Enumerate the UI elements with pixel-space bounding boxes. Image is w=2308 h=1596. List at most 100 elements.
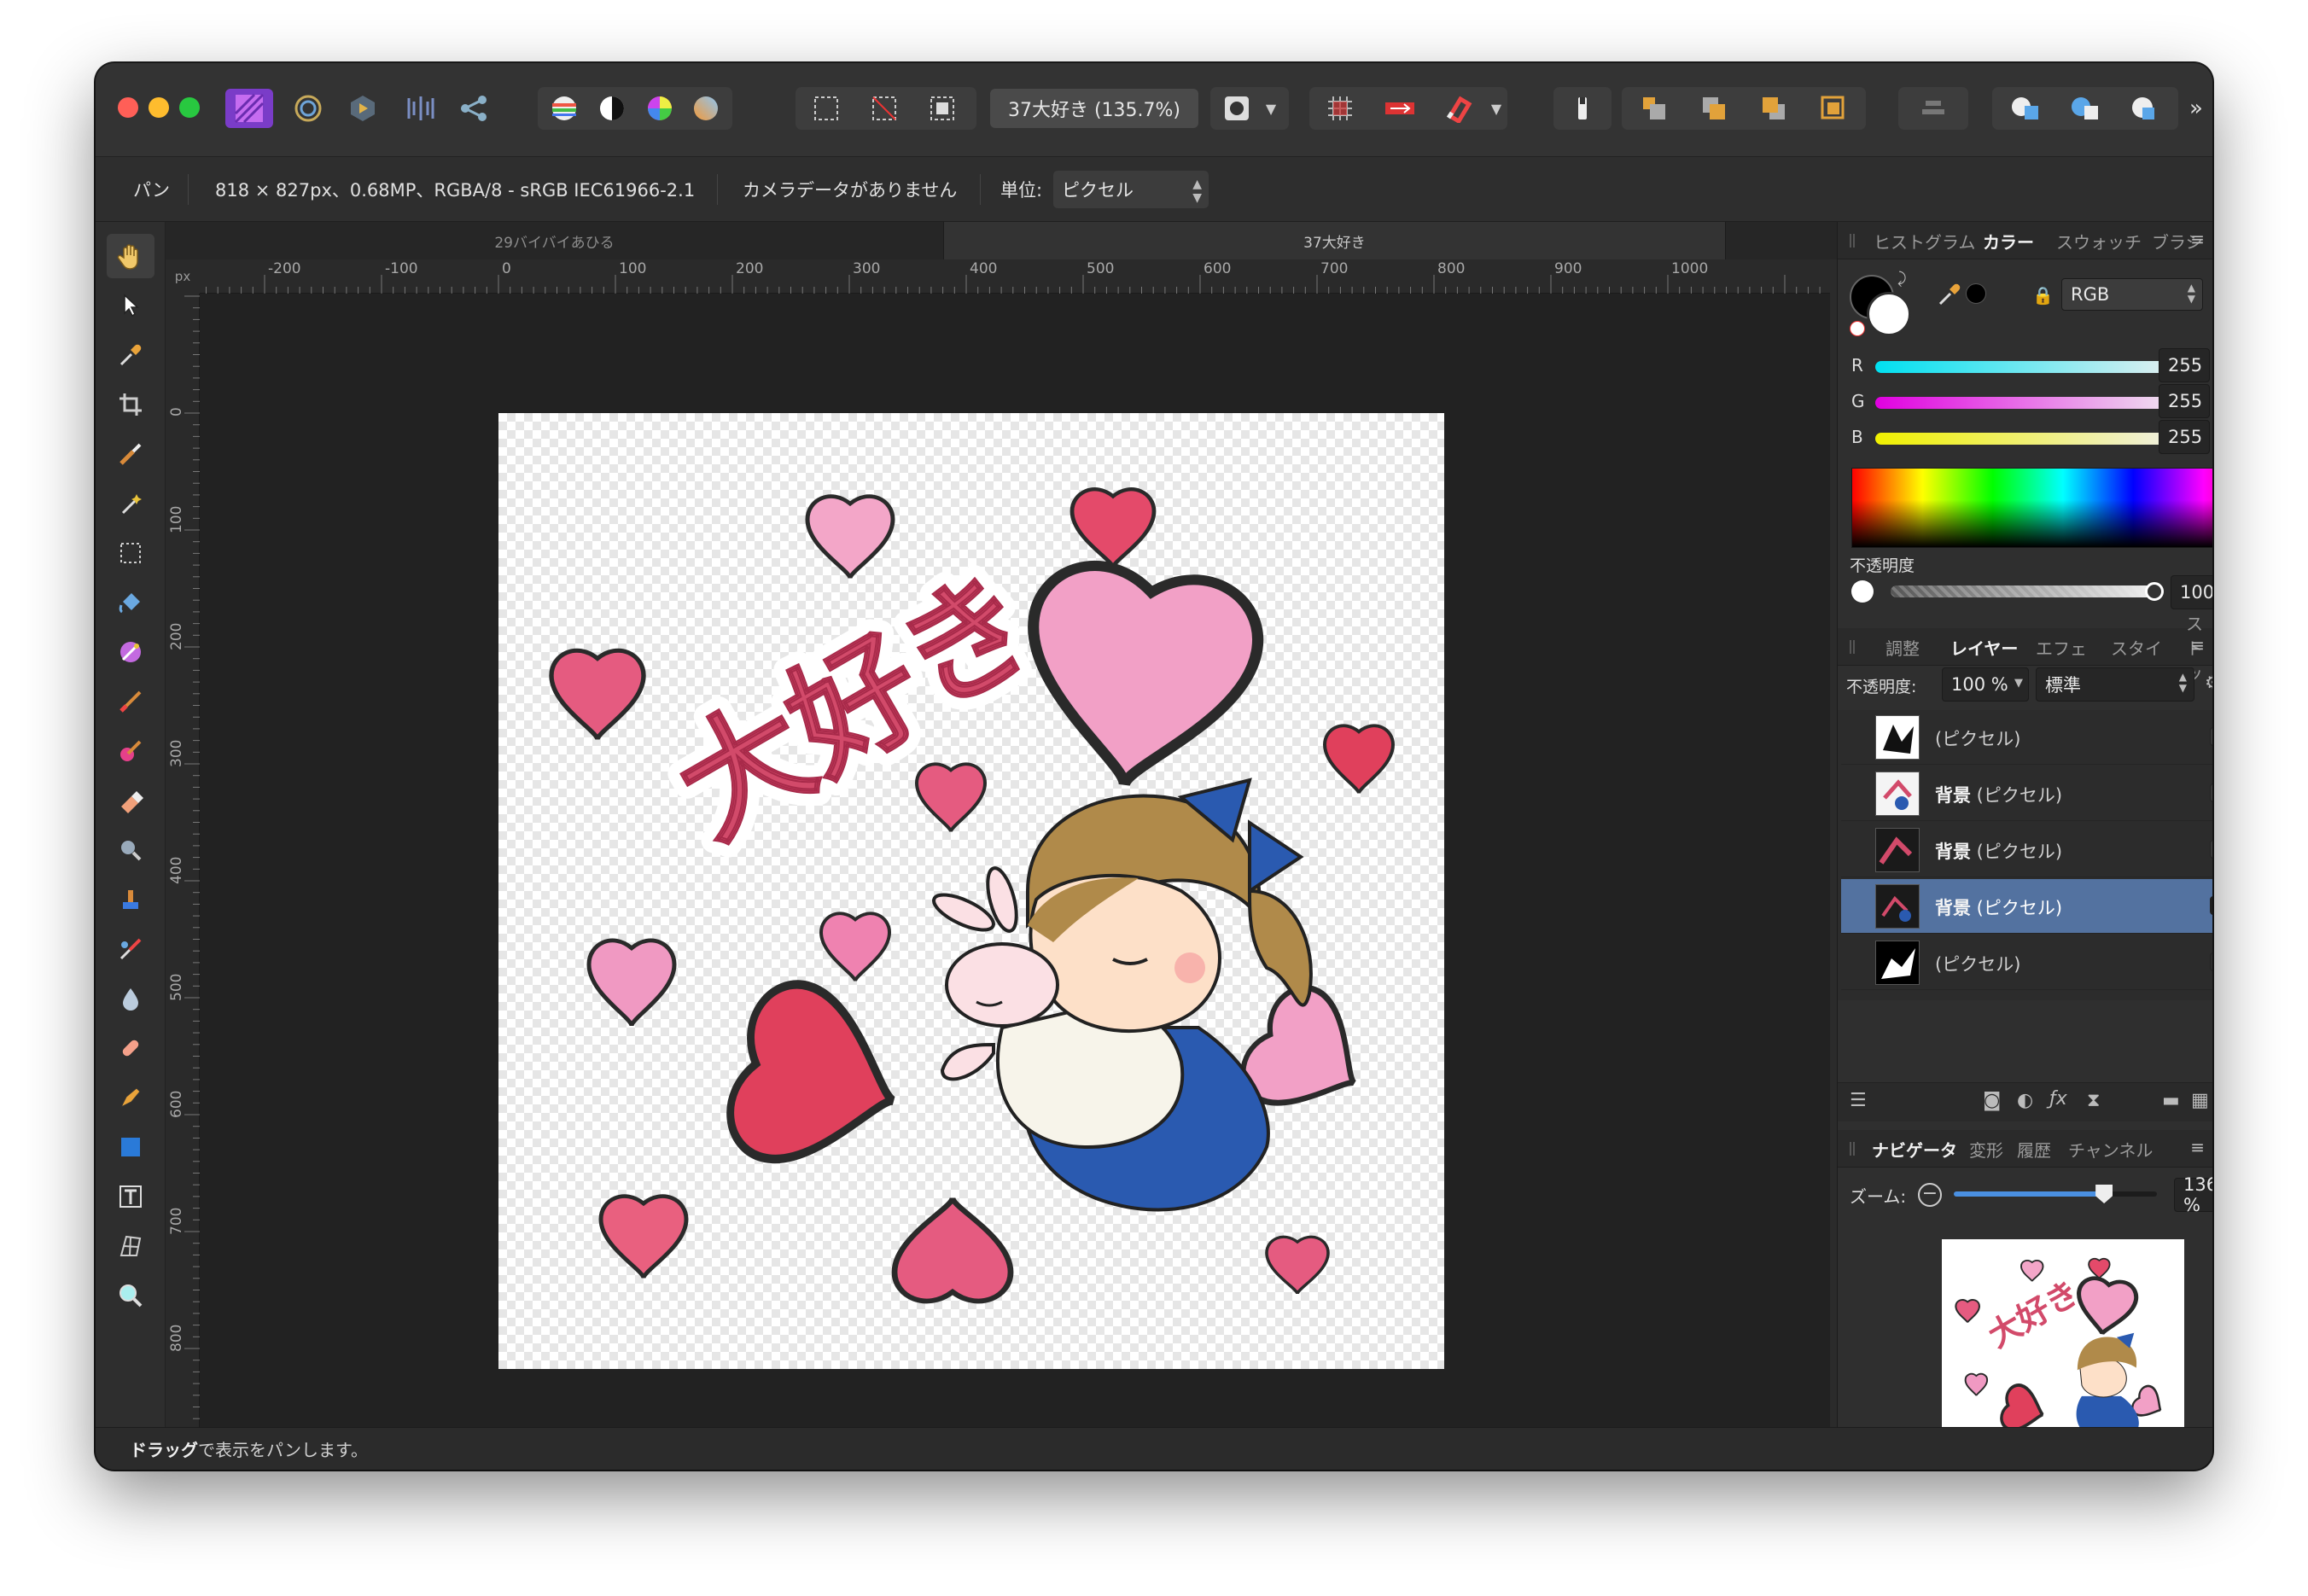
zoom-slider[interactable]: [1954, 1191, 2157, 1197]
panel-menu-icon[interactable]: ≡: [2190, 1137, 2205, 1157]
green-slider[interactable]: [1875, 397, 2191, 409]
tab-swatches[interactable]: スウォッチ: [2056, 222, 2142, 259]
blend-mode-select[interactable]: 標準 ▲ ▼: [2036, 667, 2194, 702]
tab-transform[interactable]: 変形: [1969, 1130, 2003, 1168]
secondary-color-well[interactable]: [1867, 292, 1911, 336]
paint-brush-tool-icon[interactable]: [107, 679, 154, 724]
intersect-shape-icon[interactable]: [2119, 89, 2171, 128]
black-white-icon[interactable]: [591, 89, 633, 128]
zoom-value-field[interactable]: 136 %: [2174, 1174, 2212, 1215]
opacity-value-field[interactable]: 100 % ▼: [2171, 575, 2212, 609]
tab-channels[interactable]: チャンネル: [2068, 1130, 2153, 1168]
layer-visibility-checkbox[interactable]: ✓: [2210, 952, 2212, 971]
green-value-field[interactable]: 255: [2159, 384, 2210, 418]
clone-brush-tool-icon[interactable]: [107, 877, 154, 922]
align-icon[interactable]: [1909, 89, 1958, 128]
snapping-magnet-icon[interactable]: [1434, 89, 1482, 128]
layer-opacity-field[interactable]: 100 % ▼: [1942, 667, 2029, 702]
gear-icon[interactable]: ⚙: [2205, 673, 2212, 694]
layer-visibility-checkbox[interactable]: [2210, 840, 2212, 859]
mask-layer-icon[interactable]: ◙: [1983, 1090, 2001, 1111]
move-to-front-icon[interactable]: [1808, 89, 1859, 128]
marquee-tool-icon[interactable]: [107, 531, 154, 575]
eraser-brush-icon[interactable]: [1560, 89, 1605, 128]
deselect-icon[interactable]: [860, 89, 908, 128]
layer-row-selected[interactable]: 背景 (ピクセル) ✓: [1841, 879, 2212, 934]
panel-grip-icon[interactable]: [1850, 234, 1855, 248]
grid-icon[interactable]: [1316, 89, 1364, 128]
opacity-slider[interactable]: [1891, 585, 2155, 597]
zoom-out-icon[interactable]: −: [1918, 1183, 1942, 1207]
text-tool-icon[interactable]: [107, 1174, 154, 1219]
tab-styles[interactable]: スタイ: [2111, 628, 2162, 666]
folder-icon[interactable]: ▬: [2162, 1090, 2180, 1111]
export-persona-icon[interactable]: [454, 89, 493, 128]
color-picker-tool-icon[interactable]: [107, 333, 154, 377]
flood-fill-tool-icon[interactable]: [107, 580, 154, 625]
tab-adjustments[interactable]: 調整: [1885, 628, 1920, 666]
hand-tool-icon[interactable]: [107, 234, 154, 278]
tab-color[interactable]: カラー: [1983, 222, 2034, 259]
chevron-down-icon[interactable]: ▼: [2014, 677, 2023, 690]
levels-icon[interactable]: [543, 89, 586, 128]
toolbar-overflow-icon[interactable]: »: [2185, 89, 2207, 128]
layer-visibility-checkbox[interactable]: [2210, 783, 2212, 802]
tab-effects[interactable]: エフェ: [2036, 628, 2087, 666]
rectangle-tool-icon[interactable]: [107, 1125, 154, 1169]
selection-brush-tool-icon[interactable]: [107, 432, 154, 476]
move-forward-one-icon[interactable]: [1748, 89, 1799, 128]
pen-tool-icon[interactable]: [107, 1075, 154, 1120]
color-model-select[interactable]: RGB ▲ ▼: [2061, 278, 2203, 311]
add-shape-icon[interactable]: [1999, 89, 2052, 128]
maximize-window-button[interactable]: [179, 97, 200, 118]
eyedropper-icon[interactable]: [1937, 282, 1962, 311]
move-back-one-icon[interactable]: [1688, 89, 1740, 128]
close-window-button[interactable]: [118, 97, 138, 118]
dodge-brush-tool-icon[interactable]: [107, 828, 154, 872]
develop-persona-icon[interactable]: [343, 89, 382, 128]
red-value-field[interactable]: 255: [2159, 348, 2210, 382]
snapping-chevron-down-icon[interactable]: ▼: [1485, 89, 1507, 128]
invert-selection-icon[interactable]: [918, 89, 966, 128]
chevron-down-icon[interactable]: ▼: [1258, 89, 1284, 128]
quick-mask-icon[interactable]: [1217, 89, 1256, 128]
color-wells[interactable]: ⤸: [1850, 270, 1918, 343]
panel-grip-icon[interactable]: [1850, 640, 1855, 654]
horizontal-ruler[interactable]: -200 -100 0 100 200 300 400 500 600 700 800 900 1000: [100, 259, 1830, 294]
zoom-slider-knob[interactable]: [2095, 1185, 2113, 1203]
layer-row[interactable]: 背景 (ピクセル): [1841, 766, 2212, 821]
document-canvas[interactable]: 大好き 大好き: [498, 413, 1444, 1369]
layers-stack-icon[interactable]: ☰: [1850, 1090, 1867, 1111]
tab-histogram[interactable]: ヒストグラム: [1874, 222, 1975, 259]
liquify-persona-icon[interactable]: [288, 89, 328, 128]
blur-brush-tool-icon[interactable]: [107, 976, 154, 1021]
mesh-warp-tool-icon[interactable]: [107, 1224, 154, 1268]
inpainting-brush-tool-icon[interactable]: [107, 927, 154, 971]
move-to-back-icon[interactable]: [1629, 89, 1680, 128]
panel-grip-icon[interactable]: [1850, 1142, 1855, 1156]
layer-row[interactable]: (ピクセル) ✓: [1841, 935, 2212, 990]
pixel-layer-icon[interactable]: ▦: [2191, 1090, 2209, 1111]
minimize-window-button[interactable]: [149, 97, 169, 118]
select-all-icon[interactable]: [802, 89, 850, 128]
photo-persona-icon[interactable]: [225, 89, 273, 128]
erase-brush-tool-icon[interactable]: [107, 778, 154, 823]
document-tab-active[interactable]: 37大好き: [944, 222, 1726, 259]
vertical-ruler[interactable]: 0100200300400500600700800900: [166, 294, 200, 1469]
color-spectrum[interactable]: [1851, 468, 2212, 548]
patch-tool-icon[interactable]: [107, 1026, 154, 1070]
hsl-icon[interactable]: [638, 89, 681, 128]
blue-slider[interactable]: [1875, 433, 2191, 445]
document-tab[interactable]: 29バイバイあひる: [166, 222, 944, 259]
adjustment-layer-icon[interactable]: ◐: [2017, 1090, 2033, 1111]
flood-select-tool-icon[interactable]: [107, 481, 154, 526]
panel-menu-icon[interactable]: ≡: [2190, 635, 2205, 655]
live-filter-icon[interactable]: ⧗: [2087, 1090, 2100, 1111]
fx-icon[interactable]: ƒx: [2049, 1088, 2067, 1110]
tab-layers[interactable]: レイヤー: [1950, 628, 2018, 666]
tone-mapping-persona-icon[interactable]: [401, 89, 440, 128]
layer-row[interactable]: (ピクセル): [1841, 710, 2212, 765]
layer-row[interactable]: 背景 (ピクセル): [1841, 823, 2212, 877]
no-fill-icon[interactable]: [1850, 321, 1865, 336]
unit-select[interactable]: ピクセル ▲ ▼: [1053, 171, 1209, 208]
